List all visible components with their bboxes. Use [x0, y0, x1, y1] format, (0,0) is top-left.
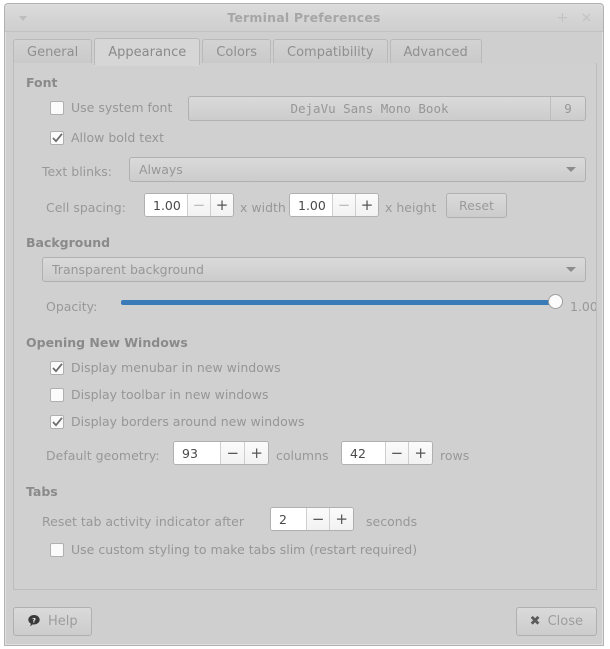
font-selector-button[interactable]: DejaVu Sans Mono Book 9	[188, 96, 586, 121]
cell-width-increment[interactable]: +	[210, 194, 233, 216]
slim-tabs-row[interactable]: Use custom styling to make tabs slim (re…	[50, 542, 417, 557]
tab-appearance[interactable]: Appearance	[94, 38, 201, 65]
allow-bold-row[interactable]: Allow bold text	[50, 130, 164, 145]
opacity-label: Opacity:	[46, 299, 98, 314]
question-mark-icon: ?	[28, 615, 40, 627]
display-toolbar-label: Display toolbar in new windows	[71, 387, 269, 402]
tab-general[interactable]: General	[13, 39, 93, 65]
background-section-title: Background	[26, 235, 111, 250]
columns-spinner[interactable]: 93 − +	[173, 441, 269, 465]
rows-suffix: rows	[440, 448, 470, 463]
cell-width-spinner[interactable]: 1.00 − +	[144, 193, 234, 217]
check-icon	[51, 416, 63, 426]
text-blinks-label: Text blinks:	[42, 164, 113, 179]
allow-bold-checkbox[interactable]	[50, 130, 64, 145]
svg-text:?: ?	[32, 616, 36, 624]
display-menubar-checkbox[interactable]	[50, 360, 64, 375]
rows-increment[interactable]: +	[408, 442, 432, 464]
cell-width-suffix: x width	[240, 200, 286, 215]
tabs-section-title: Tabs	[26, 484, 58, 499]
use-system-font-checkbox[interactable]	[50, 100, 64, 115]
display-borders-checkbox[interactable]	[50, 414, 64, 429]
slim-tabs-checkbox[interactable]	[50, 542, 64, 557]
display-menubar-row[interactable]: Display menubar in new windows	[50, 360, 281, 375]
columns-decrement[interactable]: −	[220, 442, 245, 464]
reset-indicator-spinner[interactable]: 2 − +	[270, 507, 354, 531]
rows-value[interactable]: 42	[342, 442, 385, 464]
appearance-panel: Font Use system font DejaVu Sans Mono Bo…	[13, 63, 597, 590]
cell-width-value[interactable]: 1.00	[145, 194, 187, 216]
cell-height-decrement[interactable]: −	[332, 194, 355, 216]
background-mode-combobox[interactable]: Transparent background	[42, 257, 586, 282]
title-bar: Terminal Preferences + ×	[5, 4, 603, 32]
display-borders-label: Display borders around new windows	[71, 414, 305, 429]
use-system-font-label: Use system font	[71, 100, 173, 115]
close-icon[interactable]: ×	[578, 9, 595, 26]
opacity-slider[interactable]	[121, 293, 563, 311]
rows-spinner[interactable]: 42 − +	[341, 441, 433, 465]
cell-height-increment[interactable]: +	[355, 194, 378, 216]
check-icon	[51, 132, 63, 142]
columns-increment[interactable]: +	[244, 442, 268, 464]
windows-section-title: Opening New Windows	[26, 335, 188, 350]
tab-compatibility[interactable]: Compatibility	[273, 39, 388, 65]
help-button-label: Help	[48, 613, 78, 629]
opacity-slider-handle[interactable]	[548, 294, 563, 309]
window-controls: + ×	[554, 9, 595, 26]
reset-indicator-label: Reset tab activity indicator after	[42, 514, 244, 529]
tab-advanced[interactable]: Advanced	[389, 39, 482, 65]
use-system-font-row[interactable]: Use system font	[50, 100, 172, 115]
display-toolbar-row[interactable]: Display toolbar in new windows	[50, 387, 269, 402]
rows-decrement[interactable]: −	[384, 442, 409, 464]
close-x-icon: ✖	[529, 613, 541, 629]
background-mode-value: Transparent background	[52, 262, 204, 277]
display-toolbar-checkbox[interactable]	[50, 387, 64, 402]
display-borders-row[interactable]: Display borders around new windows	[50, 414, 304, 429]
text-blinks-value: Always	[139, 162, 183, 177]
cell-width-decrement[interactable]: −	[187, 194, 210, 216]
preferences-window: Terminal Preferences + × General Appeara…	[4, 3, 604, 646]
check-icon	[51, 362, 63, 372]
font-size-label: 9	[550, 97, 585, 120]
reset-indicator-value[interactable]: 2	[271, 508, 306, 530]
display-menubar-label: Display menubar in new windows	[71, 360, 281, 375]
columns-suffix: columns	[276, 448, 329, 463]
columns-value[interactable]: 93	[174, 442, 221, 464]
default-geometry-label: Default geometry:	[46, 448, 160, 463]
tab-bar: General Appearance Colors Compatibility …	[13, 36, 595, 65]
cell-spacing-label: Cell spacing:	[46, 200, 126, 215]
opacity-value: 1.00	[570, 299, 597, 314]
font-name-label: DejaVu Sans Mono Book	[290, 101, 449, 116]
cell-height-suffix: x height	[385, 200, 437, 215]
close-button[interactable]: ✖ Close	[515, 606, 597, 636]
chevron-down-icon	[566, 267, 576, 272]
cell-spacing-reset-button[interactable]: Reset	[446, 193, 507, 218]
font-section-title: Font	[26, 75, 58, 90]
reset-indicator-increment[interactable]: +	[329, 508, 353, 530]
maximize-icon[interactable]: +	[554, 9, 571, 26]
cell-height-spinner[interactable]: 1.00 − +	[289, 193, 379, 217]
chevron-down-icon	[566, 167, 576, 172]
close-button-label: Close	[547, 613, 583, 629]
slim-tabs-label: Use custom styling to make tabs slim (re…	[71, 542, 418, 557]
opacity-slider-track	[121, 299, 561, 305]
reset-indicator-suffix: seconds	[366, 514, 418, 529]
help-button[interactable]: ? Help	[13, 606, 92, 636]
text-blinks-combobox[interactable]: Always	[129, 157, 586, 182]
dialog-action-bar: ? Help ✖ Close	[13, 606, 597, 636]
allow-bold-label: Allow bold text	[71, 130, 164, 145]
tab-colors[interactable]: Colors	[202, 39, 272, 65]
reset-indicator-decrement[interactable]: −	[305, 508, 330, 530]
window-title: Terminal Preferences	[227, 10, 381, 25]
cell-height-value[interactable]: 1.00	[290, 194, 332, 216]
